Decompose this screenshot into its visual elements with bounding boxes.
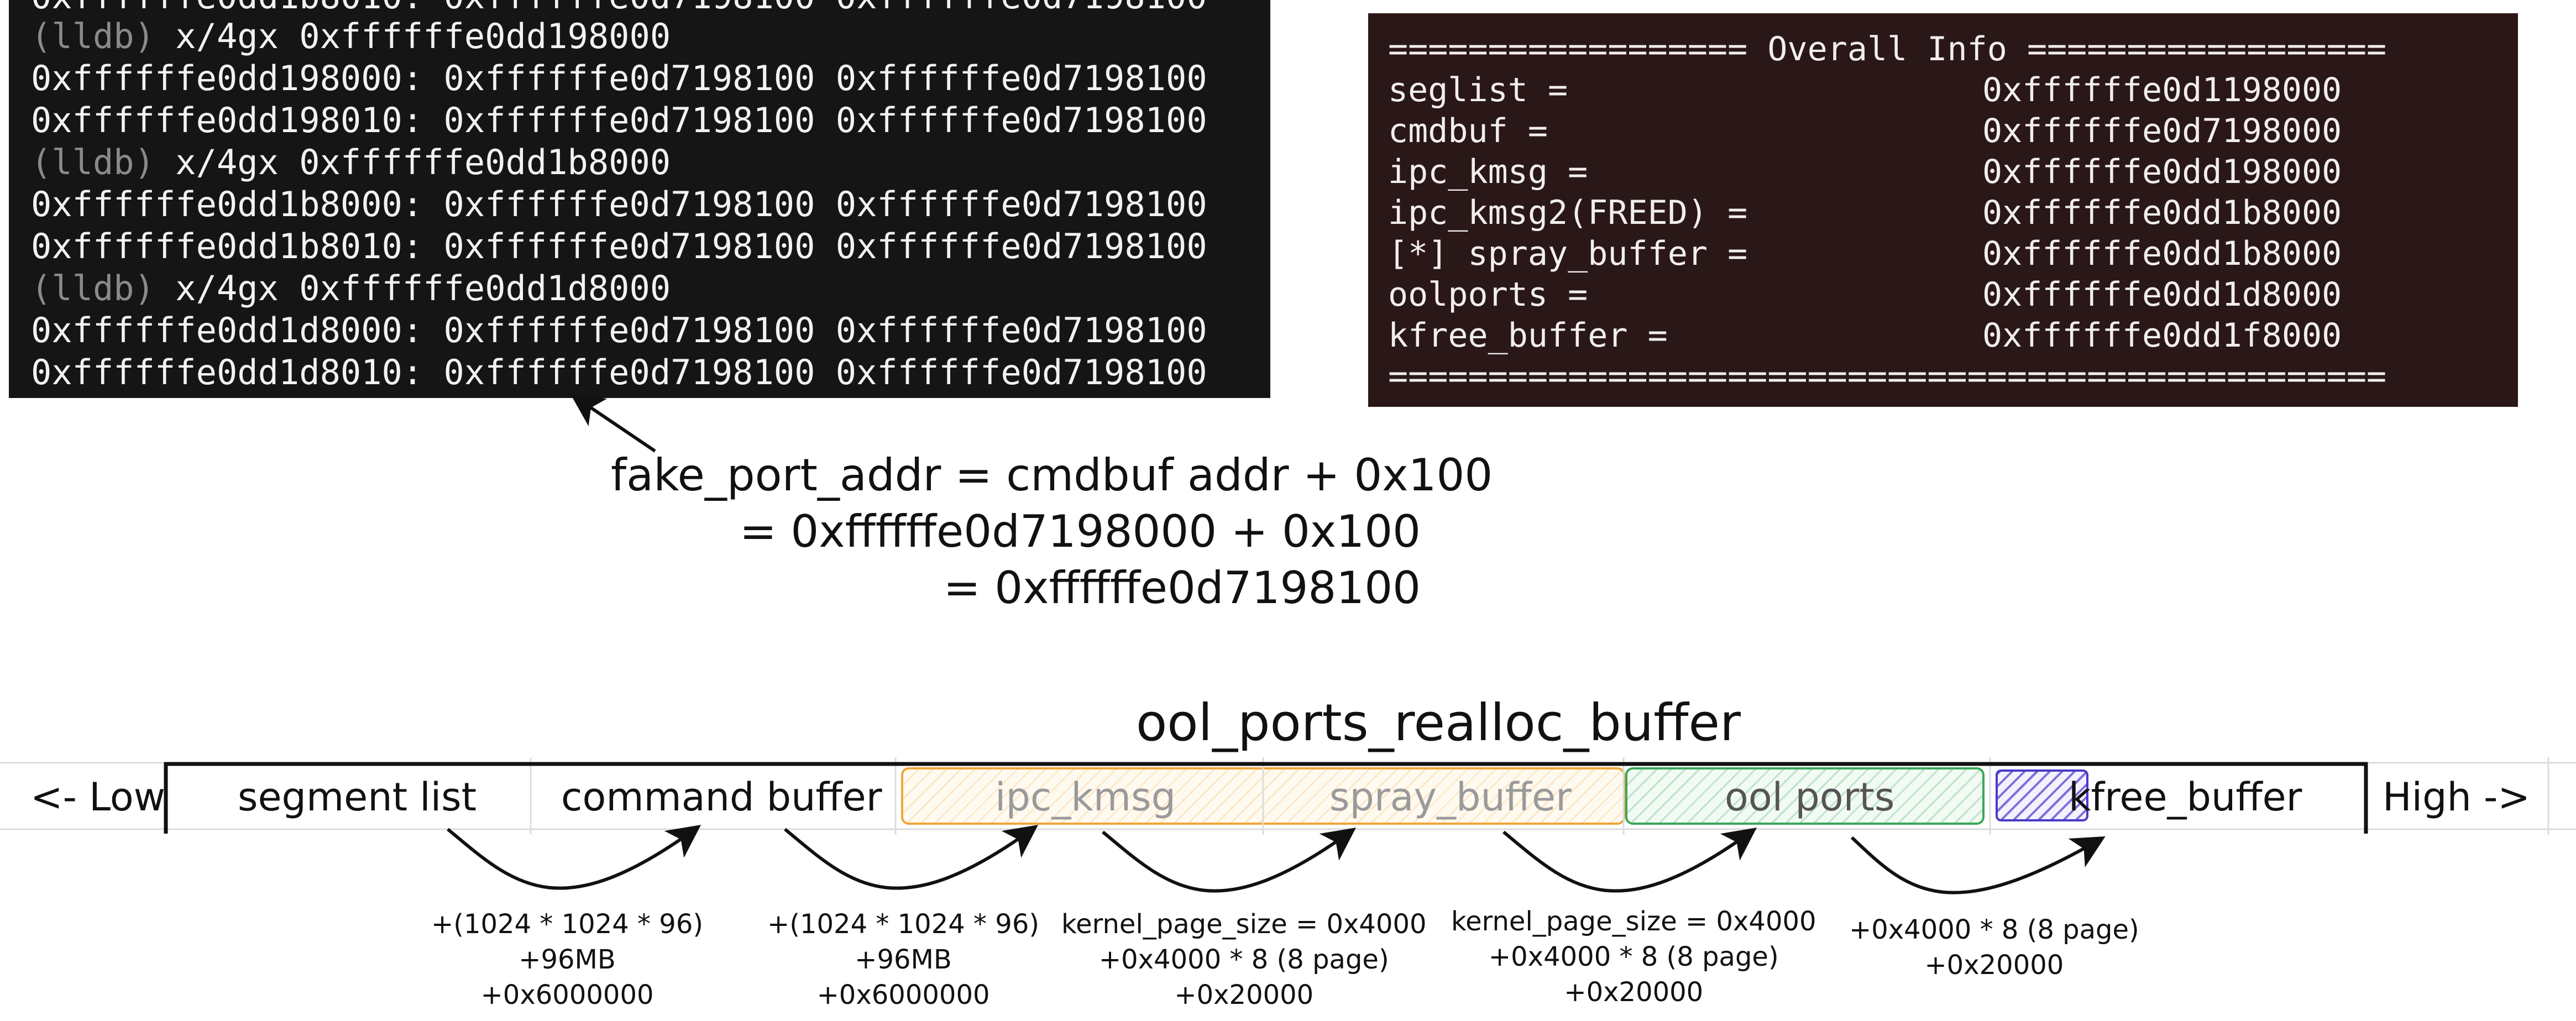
pointer-arrow: [570, 394, 656, 453]
buffer-bracket: [164, 762, 2368, 834]
offset-note-2: +(1024 * 1024 * 96) +96MB +0x6000000: [767, 909, 1040, 1010]
offset-note-1: +(1024 * 1024 * 96) +96MB +0x6000000: [431, 909, 704, 1010]
offset-note-3: kernel_page_size = 0x4000 +0x4000 * 8 (8 …: [1061, 909, 1427, 1010]
ool-ports-label: ool ports: [1725, 774, 1895, 820]
curve-arrow-4: [1502, 828, 1757, 893]
offset-note-4: kernel_page_size = 0x4000 +0x4000 * 8 (8 …: [1451, 906, 1816, 1008]
low-label: <- Low: [30, 774, 166, 820]
curve-arrow-3: [1102, 828, 1357, 893]
offset-note-5: +0x4000 * 8 (8 page) +0x20000: [1849, 914, 2139, 981]
kfree-buffer-label: kfree_buffer: [2069, 774, 2302, 820]
segment-list-label: segment list: [238, 774, 477, 820]
high-label: High ->: [2383, 774, 2531, 820]
command-buffer-label: command buffer: [561, 774, 882, 820]
curve-arrow-1: [447, 825, 701, 890]
diagram-lines: [0, 394, 2576, 894]
curve-arrow-2: [784, 825, 1039, 890]
spray-buffer-label: spray_buffer: [1329, 774, 1572, 820]
ipc-kmsg-label: ipc_kmsg: [995, 774, 1176, 820]
curve-arrow-5: [1850, 836, 2106, 894]
